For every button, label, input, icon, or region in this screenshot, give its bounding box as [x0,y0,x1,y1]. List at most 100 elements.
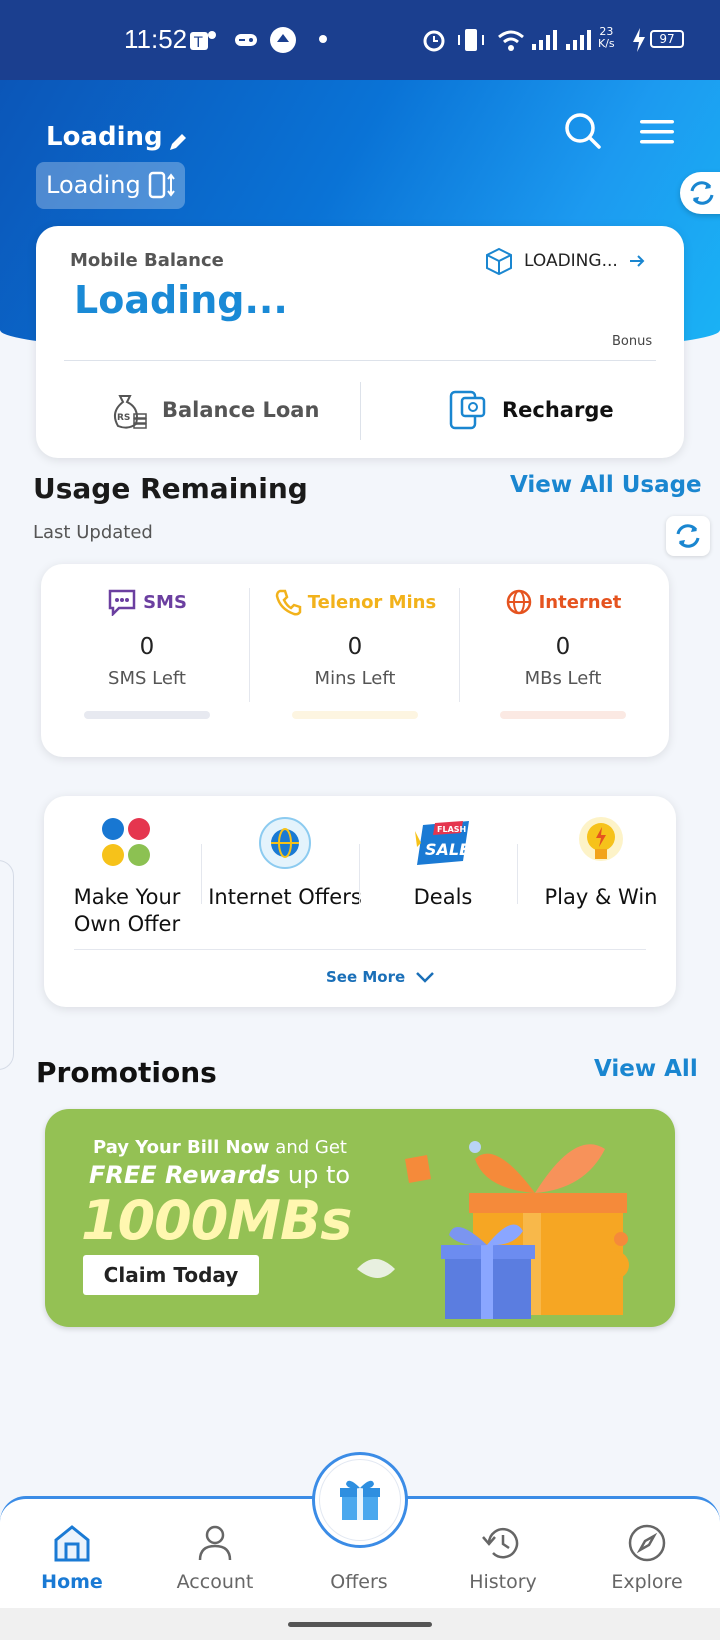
gift-box-illustration [357,1141,629,1319]
offer-label: Make Your Own Offer [73,885,181,936]
divider [74,949,646,950]
sms-sub: SMS Left [108,668,186,689]
internet-sub: MBs Left [524,668,602,689]
claim-today-button[interactable]: Claim Today [83,1255,259,1295]
phone-icon [275,589,302,616]
sms-label: SMS [143,591,187,613]
refresh-balance-button[interactable] [680,172,720,214]
wifi-icon [498,30,524,51]
sms-value: 0 [139,634,155,660]
banner-headline: 1000MBs [81,1189,352,1252]
number-chip-label: Loading [46,171,141,199]
promotion-banner[interactable]: Pay Your Bill Now and Get FREE Rewards u… [45,1109,675,1327]
refresh-icon [690,181,714,205]
promotions-title: Promotions [36,1056,217,1089]
balance-loan-button[interactable]: RS Balance Loan [106,388,319,432]
home-icon [54,1525,90,1562]
battery-indicator: 97 [650,30,684,48]
person-icon [198,1525,232,1561]
signal-1-icon [532,30,557,50]
nav-explore[interactable]: Explore [587,1519,707,1593]
package-label: LOADING... [524,251,618,271]
nav-label: History [469,1571,537,1593]
search-icon[interactable] [564,112,602,150]
last-updated-label: Last Updated [33,522,153,543]
promotions-view-all-link[interactable]: View All [594,1056,698,1082]
vibrate-icon [458,29,484,51]
status-time: 11:52 [124,24,188,54]
usage-mins[interactable]: Telenor Mins 0 Mins Left [251,588,459,719]
globe-icon [506,589,531,615]
menu-icon[interactable] [640,118,676,146]
usage-card[interactable]: SMS 0 SMS Left Telenor Mins 0 Mins Left … [41,564,669,757]
svg-text:FLASH: FLASH [437,825,466,834]
user-name: Loading [46,122,163,152]
mins-sub: Mins Left [314,668,396,689]
gamepad-icon [235,34,257,46]
see-more-label: See More [326,968,406,986]
balance-loan-label: Balance Loan [162,398,320,422]
play-and-win-button[interactable]: Play & Win [522,810,680,911]
usage-internet[interactable]: Internet 0 MBs Left [459,588,667,719]
mins-progress-bar [292,711,418,719]
mins-label: Telenor Mins [307,591,437,613]
divider [359,844,360,904]
charging-icon [633,28,645,52]
nav-history[interactable]: History [443,1519,563,1593]
deals-button[interactable]: FLASH SALE Deals [364,810,522,911]
signal-2-icon [566,30,591,50]
offers-fab-button[interactable] [312,1452,408,1548]
number-switch-chip[interactable]: Loading [36,162,185,209]
recharge-button[interactable]: Recharge [448,388,614,432]
svg-text:RS: RS [117,413,130,423]
divider [360,382,361,440]
edit-name-icon[interactable] [166,130,190,154]
usage-remaining-title: Usage Remaining [33,472,308,505]
see-more-button[interactable]: See More [326,968,435,986]
alarm-icon [423,30,445,52]
gesture-navigation-area [0,1608,720,1640]
refresh-usage-button[interactable] [666,516,710,556]
gift-icon [340,1480,380,1520]
nav-home[interactable]: Home [12,1519,132,1593]
bonus-label: Bonus [612,334,653,349]
sms-icon [108,589,136,616]
offer-label: Play & Win [544,885,658,909]
usage-sms[interactable]: SMS 0 SMS Left [43,588,251,719]
side-drawer-handle[interactable] [0,860,14,1070]
nav-label: Home [41,1571,103,1593]
arrow-right-icon [629,255,645,267]
switch-number-icon [148,171,175,199]
app-logo-icon [270,27,296,53]
make-your-own-offer-button[interactable]: Make Your Own Offer [48,810,206,938]
banner-line-2: FREE Rewards up to [89,1161,351,1189]
package-link[interactable]: LOADING... [484,246,646,276]
globe-icon [259,817,311,869]
view-all-usage-link[interactable]: View All Usage [510,472,702,498]
offers-shortcut-card: Make Your Own Offer Internet Offers FLAS… [44,796,676,1007]
history-icon [482,1527,519,1559]
svg-text:SALE: SALE [425,840,470,859]
chevron-down-icon [416,972,435,983]
nav-account[interactable]: Account [155,1519,275,1593]
offer-label: Internet Offers [208,885,362,909]
divider [249,588,250,702]
refresh-icon [676,524,700,548]
package-box-icon [486,247,512,276]
status-bar: 11:52 T 23 K/s 97 [0,0,720,80]
color-dots-icon [102,818,150,866]
nav-label: Explore [611,1571,683,1593]
banner-line-1: Pay Your Bill Now and Get [93,1137,347,1158]
internet-label: Internet [538,591,622,613]
svg-text:T: T [193,35,203,51]
internet-offers-button[interactable]: Internet Offers [206,810,364,911]
home-gesture-bar[interactable] [288,1622,432,1627]
recharge-phone-icon [449,390,486,430]
divider [64,360,656,361]
recharge-label: Recharge [502,398,614,422]
divider [517,844,518,904]
lightbulb-icon [579,817,623,861]
balance-card: Mobile Balance Loading... LOADING... Bon… [36,226,684,458]
money-bag-icon: RS [113,395,147,429]
sms-progress-bar [84,711,210,719]
